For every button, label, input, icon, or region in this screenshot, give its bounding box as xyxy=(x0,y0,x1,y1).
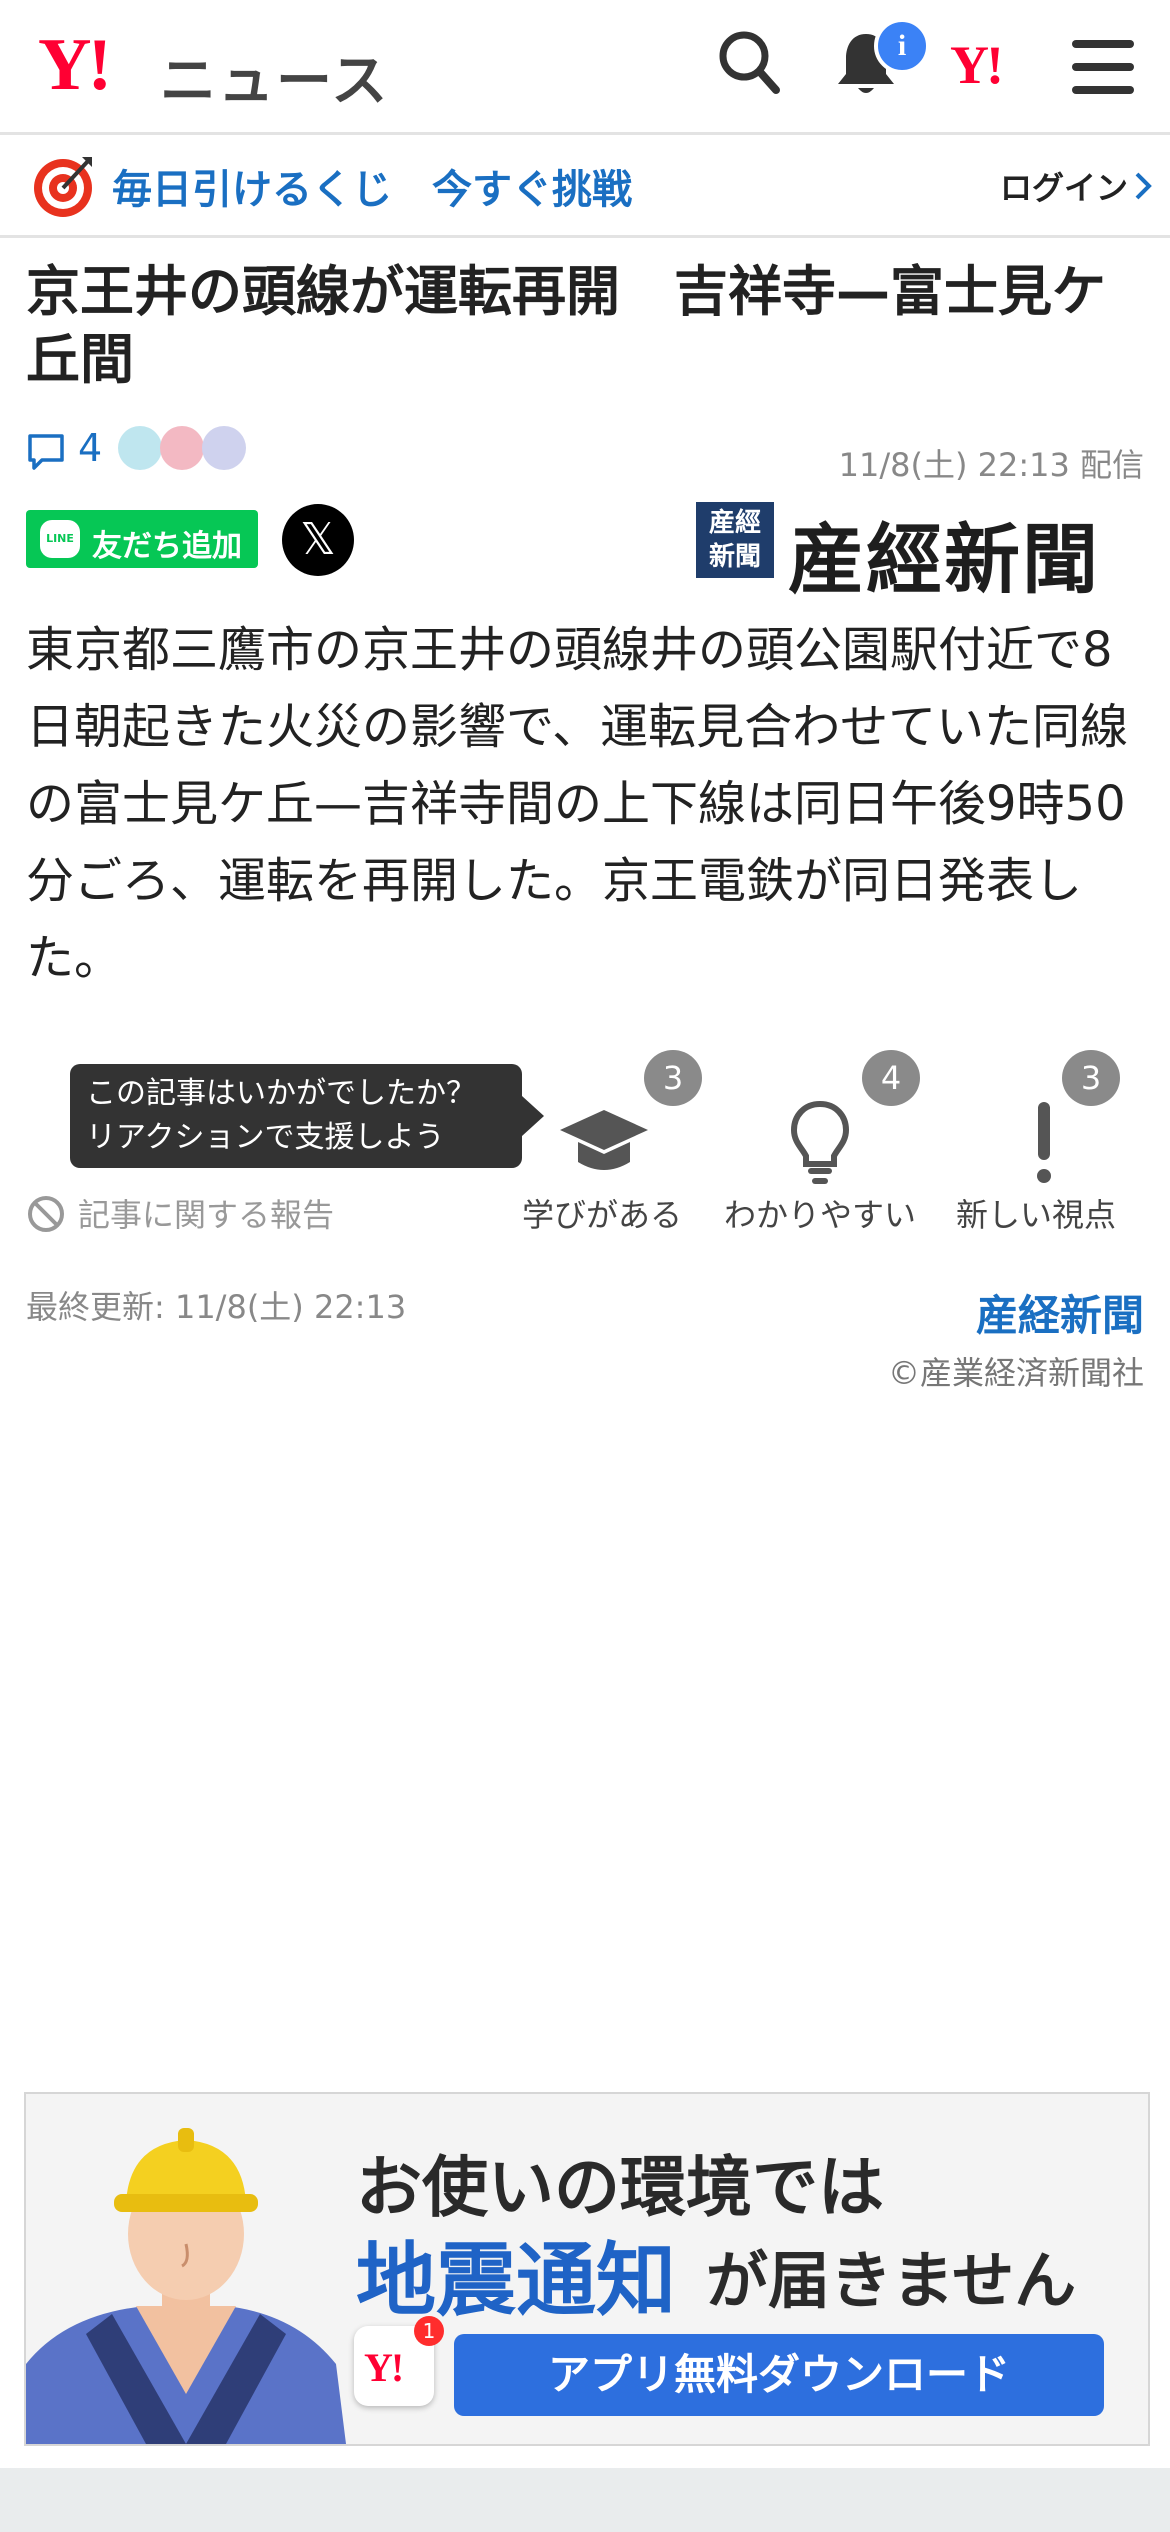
article-title: 京王井の頭線が運転再開 吉祥寺—富士見ケ丘間 xyxy=(26,260,1106,391)
top-header: Y! ニュース i Y! xyxy=(0,0,1170,135)
reaction-face-icon xyxy=(202,426,246,470)
graduation-cap-icon xyxy=(560,1110,648,1170)
lottery-promo-bar[interactable]: 毎日引けるくじ 今すぐ挑戦 ログイン xyxy=(0,135,1170,238)
news-logo-text[interactable]: ニュース xyxy=(160,36,389,117)
tooltip-line: この記事はいかがでしたか？ xyxy=(86,1076,476,1111)
reaction-face-icon xyxy=(160,426,204,470)
reaction-learn-button[interactable]: 3 学びがある xyxy=(520,1050,702,1234)
reaction-clear-button[interactable]: 4 わかりやすい xyxy=(720,1050,920,1234)
promo-text[interactable]: 毎日引けるくじ 今すぐ挑戦 xyxy=(112,157,632,215)
login-link[interactable]: ログイン xyxy=(1000,163,1128,209)
banner-emphasis: 地震通知 xyxy=(356,2234,676,2327)
bottom-divider xyxy=(0,2468,1170,2532)
target-icon xyxy=(34,157,92,217)
source-logo-mark: 産經新聞 xyxy=(696,502,774,578)
menu-icon[interactable] xyxy=(1072,40,1134,94)
exclamation-icon xyxy=(1037,1102,1051,1183)
app-badge: 1 xyxy=(414,2316,444,2346)
tooltip-line: リアクションで支援しよう xyxy=(86,1120,445,1155)
reaction-count: 3 xyxy=(1062,1050,1120,1106)
reaction-new-perspective-button[interactable]: 3 新しい視点 xyxy=(946,1050,1136,1234)
reaction-face-icon xyxy=(118,426,162,470)
x-share-button[interactable]: 𝕏 xyxy=(282,504,354,576)
worker-illustration-icon xyxy=(26,2128,346,2444)
earthquake-alert-banner[interactable]: お使いの環境では 地震通知 が届きません Y! 1 アプリ無料ダウンロード xyxy=(24,2092,1150,2446)
reaction-label: 新しい視点 xyxy=(956,1196,1117,1234)
comment-icon xyxy=(28,434,64,470)
prohibited-icon xyxy=(28,1196,64,1232)
yahoo-logo[interactable]: Y! xyxy=(38,28,112,102)
publish-date: 11/8(土) 22:13 配信 xyxy=(838,446,1144,484)
reaction-label: 学びがある xyxy=(522,1196,683,1234)
yahoo-top-icon[interactable]: Y! xyxy=(950,38,1004,92)
article-body: 東京都三鷹市の京王井の頭線井の頭公園駅付近で8日朝起きた火災の影響で、運転見合わ… xyxy=(26,622,1129,986)
reaction-count: 4 xyxy=(862,1050,920,1106)
line-add-friend-button[interactable]: LINE 友だち追加 xyxy=(26,510,258,568)
source-logo-name: 産經新聞 xyxy=(788,519,1100,603)
source-link[interactable]: 産経新聞 xyxy=(976,1282,1144,1343)
copyright: ©産業経済新聞社 xyxy=(887,1354,1144,1392)
lightbulb-icon xyxy=(790,1100,850,1184)
banner-headline-end: が届きません xyxy=(706,2244,1077,2317)
reaction-count: 3 xyxy=(644,1050,702,1106)
notification-badge: i xyxy=(874,18,930,74)
app-download-button[interactable]: アプリ無料ダウンロード xyxy=(454,2334,1104,2416)
line-icon: LINE xyxy=(40,520,80,558)
reaction-tooltip: この記事はいかがでしたか？ リアクションで支援しよう xyxy=(70,1064,544,1168)
chevron-right-icon xyxy=(1135,172,1152,200)
line-button-label: 友だち追加 xyxy=(92,529,242,564)
comment-count[interactable]: 4 xyxy=(78,426,102,470)
report-label: 記事に関する報告 xyxy=(78,1196,335,1234)
search-icon[interactable] xyxy=(716,28,782,98)
last-updated: 最終更新: 11/8(土) 22:13 xyxy=(26,1288,407,1326)
reaction-label: わかりやすい xyxy=(724,1196,917,1234)
